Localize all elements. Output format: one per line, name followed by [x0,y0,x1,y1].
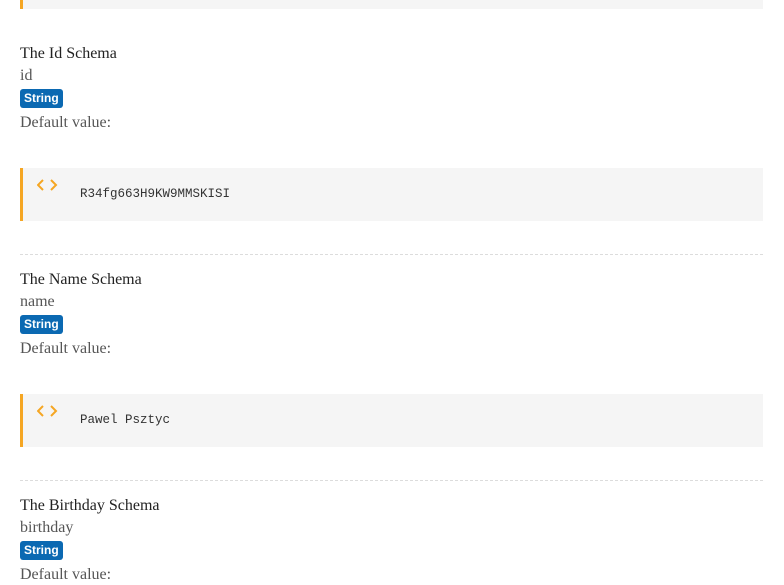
schema-key: id [20,67,33,84]
section-divider [20,480,763,481]
default-value-label: Default value: [20,566,112,583]
schema-title: The Name Schema [20,271,142,288]
schema-key: name [20,293,55,310]
default-value-label: Default value: [20,340,112,357]
code-icon [37,405,58,417]
section-divider [20,254,763,255]
default-value-code-block: Pawel Psztyc [20,394,763,447]
default-value-label: Default value: [20,114,112,131]
default-value-code: R34fg663H9KW9MMSKISI [80,187,231,201]
schema-title: The Birthday Schema [20,497,160,514]
schema-title: The Id Schema [20,45,117,62]
schema-section-birthday: The Birthday Schema birthday String Defa… [20,496,763,585]
schema-key: birthday [20,519,74,536]
type-badge: String [20,89,63,108]
default-value-code: Pawel Psztyc [80,413,171,427]
previous-code-block [20,0,763,9]
default-value-code-block: R34fg663H9KW9MMSKISI [20,168,763,221]
schema-section-name: The Name Schema name String Default valu… [20,270,763,481]
type-badge: String [20,315,63,334]
type-badge: String [20,541,63,560]
code-icon [37,179,58,191]
schema-section-id: The Id Schema id String Default value: R… [20,44,763,255]
